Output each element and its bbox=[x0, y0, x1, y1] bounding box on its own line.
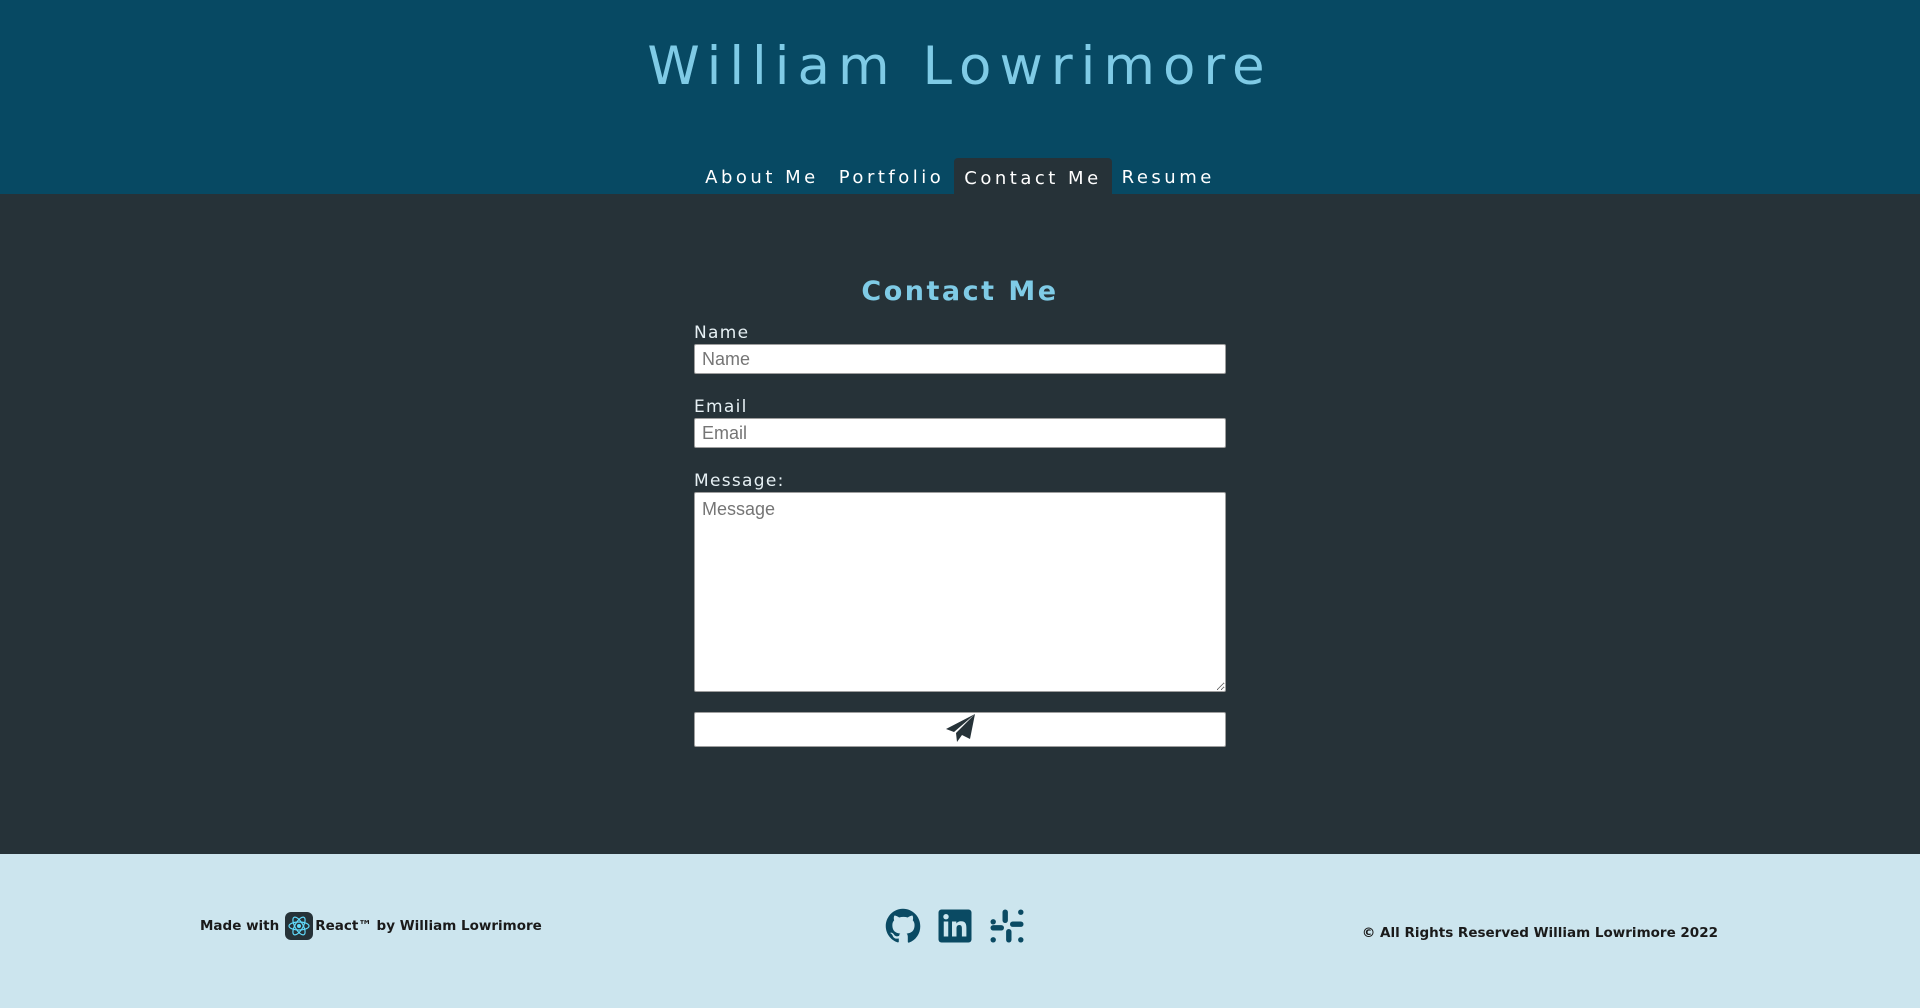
copyright-notice: © All Rights Reserved William Lowrimore … bbox=[1361, 925, 1718, 941]
tab-resume[interactable]: Resume bbox=[1112, 158, 1225, 194]
contact-form: Name Email Message: bbox=[694, 322, 1226, 747]
made-with-prefix: Made with bbox=[200, 918, 280, 934]
tab-portfolio[interactable]: Portfolio bbox=[829, 158, 955, 194]
email-field[interactable] bbox=[694, 418, 1226, 448]
main-content: Contact Me Name Email Message: bbox=[0, 194, 1920, 854]
social-links bbox=[885, 908, 1025, 944]
site-footer: Made with React™ by William Lowrimore © … bbox=[0, 854, 1920, 1008]
made-with-credit: Made with React™ by William Lowrimore bbox=[200, 911, 542, 941]
github-icon[interactable] bbox=[885, 908, 921, 944]
name-field[interactable] bbox=[694, 344, 1226, 374]
react-icon bbox=[285, 912, 314, 940]
linkedin-icon[interactable] bbox=[937, 908, 973, 944]
message-field[interactable] bbox=[694, 492, 1226, 692]
page-title: Contact Me bbox=[861, 276, 1059, 307]
tab-contact-me[interactable]: Contact Me bbox=[954, 158, 1112, 194]
made-with-suffix: React™ by William Lowrimore bbox=[315, 918, 542, 934]
name-label: Name bbox=[694, 323, 750, 343]
send-button[interactable] bbox=[694, 712, 1226, 747]
main-nav: About Me Portfolio Contact Me Resume bbox=[0, 158, 1920, 194]
slack-icon[interactable] bbox=[989, 908, 1025, 944]
paper-plane-icon bbox=[944, 713, 976, 746]
email-label: Email bbox=[694, 397, 748, 417]
message-label: Message: bbox=[694, 471, 785, 491]
site-header: William Lowrimore About Me Portfolio Con… bbox=[0, 0, 1920, 194]
tab-about-me[interactable]: About Me bbox=[695, 158, 829, 194]
site-title: William Lowrimore bbox=[647, 36, 1273, 97]
